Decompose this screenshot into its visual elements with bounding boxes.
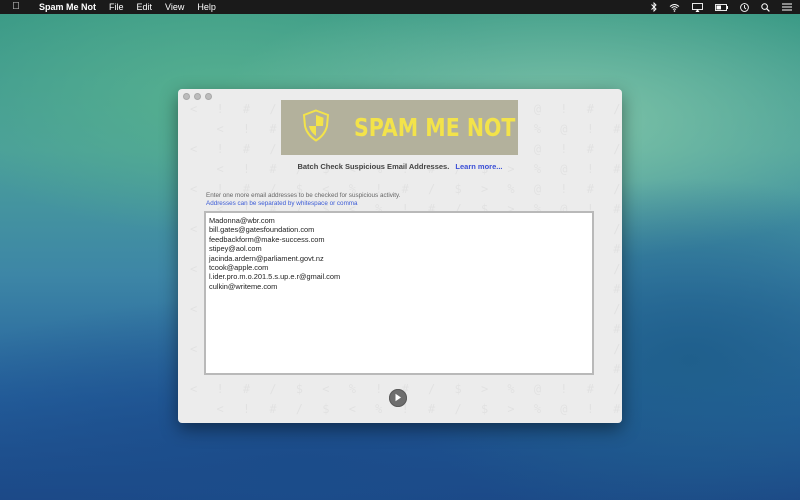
list-icon[interactable] — [782, 3, 792, 11]
search-icon[interactable] — [761, 2, 770, 12]
email-line: bill.gates@gatesfoundation.com — [209, 225, 315, 235]
email-line: tcook@apple.com — [209, 263, 269, 273]
tagline: Batch Check Suspicious Email Addresses. … — [178, 162, 622, 171]
apple-menu-icon[interactable]:  — [9, 0, 23, 14]
status-area — [639, 0, 792, 14]
menu-view[interactable]: View — [165, 0, 184, 14]
shield-icon — [302, 108, 330, 147]
app-window: < ! # / $ < % ! # / $ > % @ ! # / $ > % … — [178, 89, 622, 423]
close-button[interactable] — [183, 93, 190, 100]
menu-edit[interactable]: Edit — [137, 0, 153, 14]
email-line: stipey@aol.com — [209, 244, 262, 254]
email-line: Madonna@wbr.com — [209, 216, 275, 225]
battery-icon[interactable] — [715, 3, 728, 11]
wifi-icon[interactable] — [669, 3, 680, 12]
email-line: jacinda.ardern@parliament.govt.nz — [209, 253, 324, 263]
menu-help[interactable]: Help — [197, 0, 216, 14]
bluetooth-icon[interactable] — [651, 2, 657, 12]
minimize-button[interactable] — [194, 93, 201, 100]
menu-file[interactable]: File — [109, 0, 124, 14]
instructions-text: Enter one more email addresses to be che… — [206, 192, 401, 199]
email-addresses-input[interactable]: Madonna@wbr.com bill.gates@gatesfoundati… — [204, 211, 594, 375]
zoom-button[interactable] — [205, 93, 212, 100]
email-line: feedbackform@make-success.com — [209, 234, 325, 244]
tagline-text: Batch Check Suspicious Email Addresses. — [297, 162, 450, 171]
email-line: l.ider.pro.m.o.201.5.s.up.e.r@gmail.com — [209, 272, 341, 282]
menu-bar:  Spam Me Not File Edit View Help — [0, 0, 800, 14]
separator-hint: Addresses can be separated by whitespace… — [206, 200, 358, 207]
window-controls — [183, 93, 216, 100]
run-check-button[interactable] — [389, 389, 407, 407]
brand-logo-text: SPAM ME NOT — [354, 113, 516, 142]
clock-icon[interactable] — [740, 2, 749, 12]
airplay-icon[interactable] — [692, 2, 703, 12]
brand-banner: SPAM ME NOT — [281, 100, 518, 155]
email-line: culkin@writeme.com — [209, 281, 278, 291]
menu-app-name[interactable]: Spam Me Not — [39, 0, 96, 14]
learn-more-link[interactable]: Learn more... — [455, 162, 502, 171]
play-icon — [394, 389, 402, 407]
